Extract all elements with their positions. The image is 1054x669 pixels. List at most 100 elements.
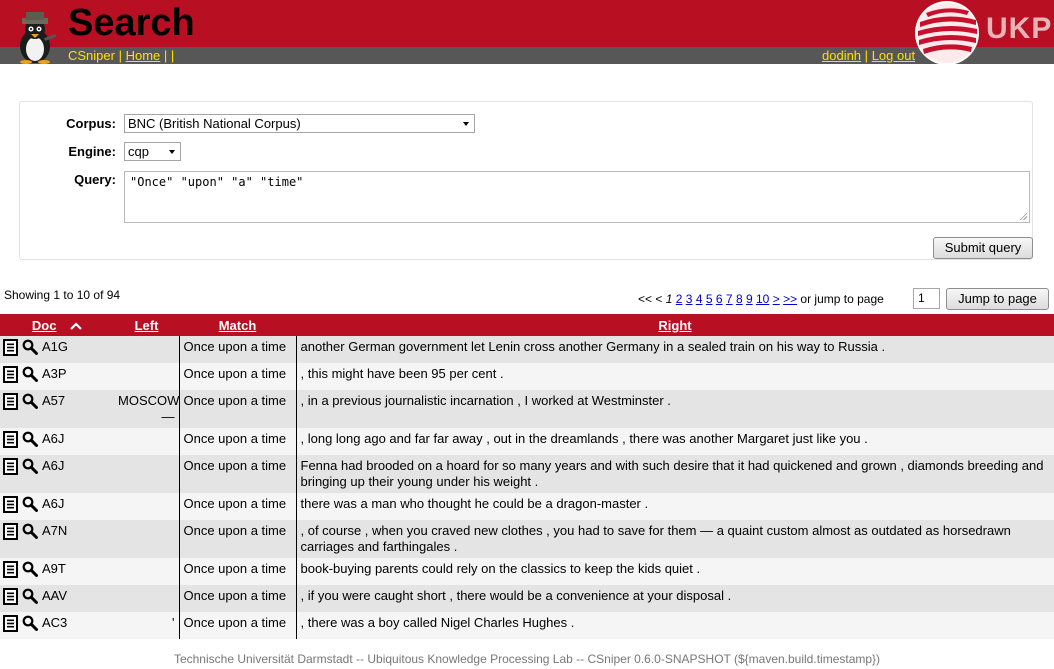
pager-link[interactable]: 4 (696, 292, 703, 306)
match-cell: Once upon a time (178, 455, 297, 493)
query-textarea[interactable]: "Once" "upon" "a" "time" (124, 171, 1030, 223)
doc-cell: A9T (0, 558, 114, 585)
sort-doc-link[interactable]: Doc (32, 318, 57, 333)
table-header-row: Doc Left Match Right (0, 314, 1054, 336)
right-context-cell: , long long ago and far far away , out i… (296, 428, 1054, 455)
sort-match-link[interactable]: Match (219, 318, 257, 333)
app-name: CSniper (68, 48, 115, 63)
pager-current: 1 (665, 292, 673, 306)
logout-link[interactable]: Log out (872, 48, 915, 63)
results-body: A1G Once upon a time another German govern… (0, 336, 1054, 639)
magnifier-icon[interactable] (22, 393, 38, 413)
magnifier-icon[interactable] (22, 496, 38, 516)
query-text: "Once" "upon" "a" "time" (130, 175, 304, 189)
column-doc[interactable]: Doc (0, 314, 114, 336)
doc-id: A9T (42, 561, 66, 576)
engine-select-value: cqp (128, 144, 149, 159)
resize-grip-icon[interactable] (1019, 212, 1027, 220)
doc-cell: A1G (0, 336, 114, 363)
doc-id: A1G (42, 339, 69, 354)
nav-separator: | | (163, 48, 175, 63)
pager-link[interactable]: 8 (736, 292, 743, 306)
right-context-cell: , of course , when you craved new clothe… (296, 520, 1054, 558)
pager-next[interactable]: > (773, 292, 780, 306)
pager-link[interactable]: 2 (676, 292, 683, 306)
table-row: A6J Once upon a time Fenna had brooded on … (0, 455, 1054, 493)
pager-link[interactable]: 5 (706, 292, 713, 306)
jump-page-input[interactable]: 1 (913, 288, 940, 309)
match-cell: Once upon a time (178, 428, 297, 455)
left-context-cell (114, 336, 179, 363)
right-context-cell: Fenna had brooded on a hoard for so many… (296, 455, 1054, 493)
page-title: Search (68, 2, 195, 44)
match-cell: Once upon a time (178, 336, 297, 363)
corpus-label: Corpus: (66, 116, 116, 131)
pager-first: << (638, 292, 653, 306)
corpus-select-value: BNC (British National Corpus) (128, 116, 301, 131)
magnifier-icon[interactable] (22, 458, 38, 478)
doc-id: A6J (42, 496, 65, 511)
column-match[interactable]: Match (179, 314, 296, 336)
doc-cell: A6J (0, 455, 114, 493)
magnifier-icon[interactable] (22, 431, 38, 451)
pager-last[interactable]: >> (783, 292, 797, 306)
pager-link[interactable]: 6 (716, 292, 723, 306)
match-cell: Once upon a time (178, 585, 297, 612)
doc-id: A3P (42, 366, 67, 381)
submit-query-button[interactable]: Submit query (933, 237, 1033, 259)
document-icon[interactable] (3, 458, 18, 479)
home-link[interactable]: Home (126, 48, 161, 63)
document-icon[interactable] (3, 393, 18, 414)
footer: Technische Universität Darmstadt -- Ubiq… (173, 652, 881, 666)
document-icon[interactable] (3, 523, 18, 544)
right-context-cell: , in a previous journalistic incarnation… (296, 390, 1054, 428)
doc-cell: AC3 (0, 612, 114, 639)
column-left[interactable]: Left (114, 314, 179, 336)
query-label: Query: (74, 172, 116, 187)
magnifier-icon[interactable] (22, 561, 38, 581)
pager-link[interactable]: 10 (756, 292, 769, 306)
doc-id: A6J (42, 431, 65, 446)
ukp-logo-text: UKP (986, 12, 1053, 45)
match-cell: Once upon a time (178, 520, 297, 558)
document-icon[interactable] (3, 588, 18, 609)
user-link[interactable]: dodinh (822, 48, 861, 63)
corpus-select[interactable]: BNC (British National Corpus) (124, 114, 475, 133)
engine-select[interactable]: cqp (124, 142, 181, 161)
jump-to-page-button[interactable]: Jump to page (946, 288, 1049, 310)
dropdown-arrow-icon (463, 122, 469, 126)
match-cell: Once upon a time (178, 558, 297, 585)
table-row: AAV Once upon a time, if you were caught … (0, 585, 1054, 612)
pager-link[interactable]: 9 (746, 292, 753, 306)
magnifier-icon[interactable] (22, 588, 38, 608)
results-count: Showing 1 to 10 of 94 (4, 288, 121, 302)
table-row: A6J Once upon a time there was a man who t… (0, 493, 1054, 520)
right-context-cell: there was a man who thought he could be … (296, 493, 1054, 520)
sort-left-link[interactable]: Left (135, 318, 159, 333)
doc-id: AAV (42, 588, 68, 603)
document-icon[interactable] (3, 431, 18, 452)
document-icon[interactable] (3, 561, 18, 582)
column-right[interactable]: Right (296, 314, 1054, 336)
pager-link[interactable]: 3 (686, 292, 693, 306)
match-cell: Once upon a time (178, 390, 297, 428)
document-icon[interactable] (3, 615, 18, 636)
doc-cell: A3P (0, 363, 114, 390)
magnifier-icon[interactable] (22, 523, 38, 543)
table-row: AC3 ' Once upon a time, there was a boy ca… (0, 612, 1054, 639)
left-context-cell (114, 363, 179, 390)
pager-prev: < (655, 292, 663, 306)
pager-link[interactable]: 7 (726, 292, 733, 306)
table-row: A57 MOSCOW — Once upon a time, in a previo… (0, 390, 1054, 428)
left-context-cell: MOSCOW — (114, 390, 179, 428)
document-icon[interactable] (3, 339, 18, 360)
table-row: A9T Once upon a time book-buying parents c… (0, 558, 1054, 585)
right-context-cell: book-buying parents could rely on the cl… (296, 558, 1054, 585)
magnifier-icon[interactable] (22, 339, 38, 359)
document-icon[interactable] (3, 366, 18, 387)
magnifier-icon[interactable] (22, 366, 38, 386)
left-context-cell: ' (114, 612, 179, 639)
document-icon[interactable] (3, 496, 18, 517)
magnifier-icon[interactable] (22, 615, 38, 635)
sort-right-link[interactable]: Right (658, 318, 691, 333)
